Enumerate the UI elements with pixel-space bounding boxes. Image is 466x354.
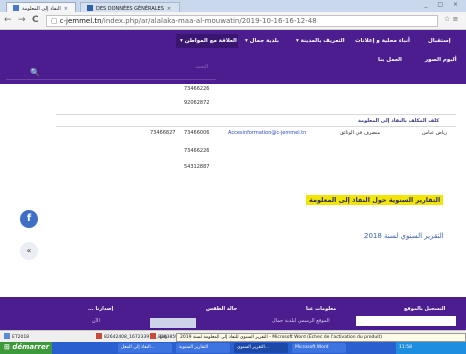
image-file-icon: [96, 333, 102, 339]
phone-number: 73466827: [150, 130, 176, 136]
footer-releases-heading: إصدارنا ...: [88, 306, 114, 312]
nav-item-photo-album[interactable]: ألبوم الصور: [425, 57, 457, 63]
footer-weather-heading: حالة الطقس: [206, 306, 238, 312]
taskbar-item[interactable]: التقارير السنوية: [176, 343, 230, 353]
phone-number: 54312887: [184, 164, 210, 170]
contact-email-link[interactable]: Accesinformation@c-jemmel.tn: [228, 130, 306, 136]
contact-section-header: كلف المكلف بالنفاذ إلى المعلومة: [358, 118, 440, 124]
phone-number: 73466226: [184, 86, 210, 92]
footer-about-heading: معلومات عنا: [306, 306, 337, 312]
scroll-top-icon[interactable]: «: [20, 242, 38, 260]
tab-favicon-icon: [87, 5, 93, 11]
image-file-icon: [150, 333, 156, 339]
footer-about-text: الموقع الرسمي لبلدية جمال: [272, 318, 330, 324]
phone-number: 92062872: [184, 100, 210, 106]
taskbar-item[interactable]: النفاذ إلى المعل...: [118, 343, 172, 353]
nav-item-news[interactable]: أنباء محلية و إعلانات: [355, 38, 410, 44]
tab-favicon-icon: [13, 5, 19, 11]
phone-number: 73466226: [184, 148, 210, 154]
back-button[interactable]: ←: [4, 15, 12, 25]
forward-button[interactable]: →: [18, 15, 26, 25]
search-icon[interactable]: 🔍: [30, 68, 40, 77]
nav-item-city[interactable]: التعريف بالمدينة ▾: [296, 38, 345, 44]
nav-item-municipality[interactable]: بلدية جمال ▾: [245, 38, 279, 44]
browser-tab-inactive[interactable]: DES DONNÉES GÉNÉRALES ×: [80, 2, 180, 12]
reload-button[interactable]: C: [32, 15, 39, 25]
word-window-tooltip: التقرير السنوي للنفاذ إلى المعلومة لسنة …: [176, 333, 466, 342]
window-controls[interactable]: _ □ ×: [424, 1, 462, 8]
footer-releases-text: الآن: [92, 318, 100, 324]
address-path: /index.php/ar/alalaka-maa-al-mouwatin/20…: [101, 17, 317, 25]
divider: [56, 126, 456, 127]
address-domain: jemmel.tn: [66, 17, 102, 25]
address-bar[interactable]: ▢ c-jemmel.tn/index.php/ar/alalaka-maa-al…: [46, 15, 438, 27]
nav-item-home[interactable]: إستقبال: [428, 38, 451, 44]
system-tray: 11:58: [396, 342, 466, 354]
nav-item-jobs[interactable]: العمل بنا: [378, 57, 402, 63]
bookmark-menu-icons[interactable]: ☆ ≡: [444, 15, 458, 23]
taskbar-item[interactable]: التقرير السنوي...: [234, 343, 288, 353]
contact-role: متصرف في الوثائق: [340, 130, 381, 136]
page-icon: ▢: [51, 17, 58, 25]
nav-item-citizen-relation[interactable]: العلاقة مع المواطن ▾: [180, 38, 237, 44]
annual-report-link[interactable]: التقرير السنوي لسنة 2018: [364, 232, 444, 240]
contact-name: رياض عباس: [422, 130, 448, 136]
taskbar-item[interactable]: Microsoft Word: [292, 343, 346, 353]
divider: [56, 114, 456, 115]
download-item[interactable]: ET2018: [4, 333, 29, 341]
browser-tab-active[interactable]: النفاذ إلى المعلومة ×: [6, 2, 76, 12]
footer-register-heading: التسجيل بالموقع: [404, 306, 446, 312]
phone-number: 73466006: [184, 130, 210, 136]
clock: 11:58: [399, 345, 412, 350]
start-button[interactable]: ⊞ démarrer: [0, 342, 52, 354]
newsletter-email-input[interactable]: [356, 316, 456, 326]
annual-reports-heading: التقارير السنوية حول النفاذ إلى المعلومة: [306, 195, 444, 205]
facebook-icon[interactable]: f: [20, 210, 38, 228]
weather-widget: [150, 318, 196, 328]
file-icon: [4, 333, 10, 339]
